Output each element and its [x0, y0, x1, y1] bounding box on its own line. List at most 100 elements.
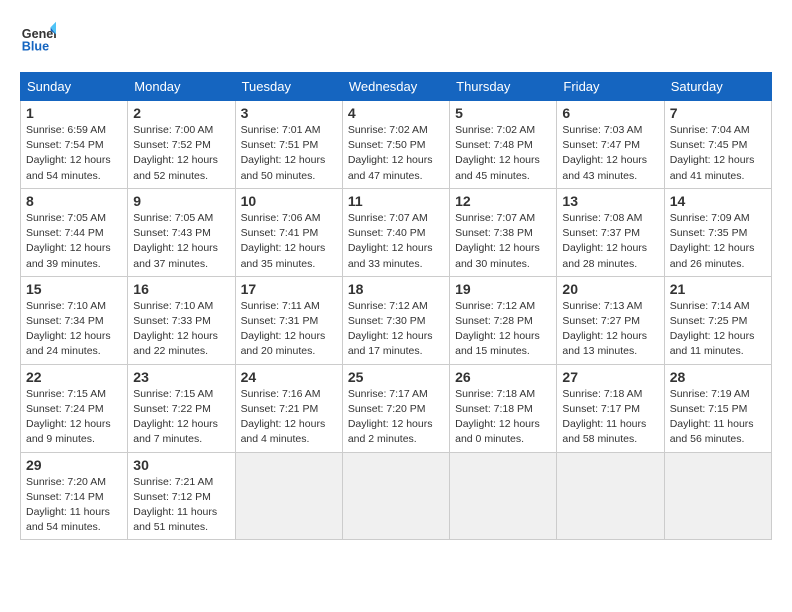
calendar-cell: 27 Sunrise: 7:18 AM Sunset: 7:17 PM Dayl… — [557, 364, 664, 452]
calendar-cell — [557, 452, 664, 540]
day-info: Sunrise: 7:20 AM Sunset: 7:14 PM Dayligh… — [26, 475, 122, 536]
day-info: Sunrise: 7:05 AM Sunset: 7:44 PM Dayligh… — [26, 211, 122, 272]
day-info: Sunrise: 7:06 AM Sunset: 7:41 PM Dayligh… — [241, 211, 337, 272]
calendar-cell — [235, 452, 342, 540]
day-info: Sunrise: 7:16 AM Sunset: 7:21 PM Dayligh… — [241, 387, 337, 448]
calendar-cell: 19 Sunrise: 7:12 AM Sunset: 7:28 PM Dayl… — [450, 276, 557, 364]
day-number: 23 — [133, 369, 229, 385]
calendar-week-row: 8 Sunrise: 7:05 AM Sunset: 7:44 PM Dayli… — [21, 188, 772, 276]
day-info: Sunrise: 7:10 AM Sunset: 7:34 PM Dayligh… — [26, 299, 122, 360]
col-sunday: Sunday — [21, 73, 128, 101]
day-number: 28 — [670, 369, 766, 385]
day-number: 2 — [133, 105, 229, 121]
day-number: 16 — [133, 281, 229, 297]
col-friday: Friday — [557, 73, 664, 101]
day-info: Sunrise: 7:15 AM Sunset: 7:24 PM Dayligh… — [26, 387, 122, 448]
calendar-cell: 28 Sunrise: 7:19 AM Sunset: 7:15 PM Dayl… — [664, 364, 771, 452]
day-info: Sunrise: 7:00 AM Sunset: 7:52 PM Dayligh… — [133, 123, 229, 184]
calendar-cell: 7 Sunrise: 7:04 AM Sunset: 7:45 PM Dayli… — [664, 101, 771, 189]
calendar-cell: 4 Sunrise: 7:02 AM Sunset: 7:50 PM Dayli… — [342, 101, 449, 189]
day-number: 29 — [26, 457, 122, 473]
day-number: 20 — [562, 281, 658, 297]
day-number: 26 — [455, 369, 551, 385]
logo-icon: General Blue — [20, 20, 56, 56]
calendar-cell: 3 Sunrise: 7:01 AM Sunset: 7:51 PM Dayli… — [235, 101, 342, 189]
day-info: Sunrise: 6:59 AM Sunset: 7:54 PM Dayligh… — [26, 123, 122, 184]
calendar-cell: 29 Sunrise: 7:20 AM Sunset: 7:14 PM Dayl… — [21, 452, 128, 540]
calendar-cell: 17 Sunrise: 7:11 AM Sunset: 7:31 PM Dayl… — [235, 276, 342, 364]
day-info: Sunrise: 7:13 AM Sunset: 7:27 PM Dayligh… — [562, 299, 658, 360]
calendar-week-row: 15 Sunrise: 7:10 AM Sunset: 7:34 PM Dayl… — [21, 276, 772, 364]
calendar-cell: 15 Sunrise: 7:10 AM Sunset: 7:34 PM Dayl… — [21, 276, 128, 364]
col-monday: Monday — [128, 73, 235, 101]
svg-text:Blue: Blue — [22, 40, 49, 54]
day-info: Sunrise: 7:11 AM Sunset: 7:31 PM Dayligh… — [241, 299, 337, 360]
calendar-cell — [450, 452, 557, 540]
day-info: Sunrise: 7:01 AM Sunset: 7:51 PM Dayligh… — [241, 123, 337, 184]
day-number: 21 — [670, 281, 766, 297]
calendar-table: Sunday Monday Tuesday Wednesday Thursday… — [20, 72, 772, 540]
page-header: General Blue — [20, 20, 772, 56]
calendar-cell: 6 Sunrise: 7:03 AM Sunset: 7:47 PM Dayli… — [557, 101, 664, 189]
calendar-cell: 25 Sunrise: 7:17 AM Sunset: 7:20 PM Dayl… — [342, 364, 449, 452]
calendar-cell: 5 Sunrise: 7:02 AM Sunset: 7:48 PM Dayli… — [450, 101, 557, 189]
calendar-cell: 21 Sunrise: 7:14 AM Sunset: 7:25 PM Dayl… — [664, 276, 771, 364]
day-info: Sunrise: 7:12 AM Sunset: 7:30 PM Dayligh… — [348, 299, 444, 360]
day-info: Sunrise: 7:03 AM Sunset: 7:47 PM Dayligh… — [562, 123, 658, 184]
day-number: 9 — [133, 193, 229, 209]
calendar-week-row: 22 Sunrise: 7:15 AM Sunset: 7:24 PM Dayl… — [21, 364, 772, 452]
day-number: 8 — [26, 193, 122, 209]
day-number: 30 — [133, 457, 229, 473]
day-info: Sunrise: 7:19 AM Sunset: 7:15 PM Dayligh… — [670, 387, 766, 448]
day-number: 19 — [455, 281, 551, 297]
calendar-cell: 22 Sunrise: 7:15 AM Sunset: 7:24 PM Dayl… — [21, 364, 128, 452]
calendar-cell — [342, 452, 449, 540]
calendar-cell: 18 Sunrise: 7:12 AM Sunset: 7:30 PM Dayl… — [342, 276, 449, 364]
calendar-cell: 26 Sunrise: 7:18 AM Sunset: 7:18 PM Dayl… — [450, 364, 557, 452]
day-number: 7 — [670, 105, 766, 121]
day-number: 14 — [670, 193, 766, 209]
calendar-cell: 23 Sunrise: 7:15 AM Sunset: 7:22 PM Dayl… — [128, 364, 235, 452]
logo: General Blue — [20, 20, 62, 56]
day-number: 17 — [241, 281, 337, 297]
day-number: 15 — [26, 281, 122, 297]
day-number: 24 — [241, 369, 337, 385]
calendar-cell: 13 Sunrise: 7:08 AM Sunset: 7:37 PM Dayl… — [557, 188, 664, 276]
day-number: 6 — [562, 105, 658, 121]
calendar-cell: 12 Sunrise: 7:07 AM Sunset: 7:38 PM Dayl… — [450, 188, 557, 276]
calendar-cell: 1 Sunrise: 6:59 AM Sunset: 7:54 PM Dayli… — [21, 101, 128, 189]
calendar-body: 1 Sunrise: 6:59 AM Sunset: 7:54 PM Dayli… — [21, 101, 772, 540]
day-info: Sunrise: 7:15 AM Sunset: 7:22 PM Dayligh… — [133, 387, 229, 448]
col-tuesday: Tuesday — [235, 73, 342, 101]
calendar-cell — [664, 452, 771, 540]
col-saturday: Saturday — [664, 73, 771, 101]
calendar-cell: 11 Sunrise: 7:07 AM Sunset: 7:40 PM Dayl… — [342, 188, 449, 276]
calendar-cell: 9 Sunrise: 7:05 AM Sunset: 7:43 PM Dayli… — [128, 188, 235, 276]
day-info: Sunrise: 7:21 AM Sunset: 7:12 PM Dayligh… — [133, 475, 229, 536]
day-info: Sunrise: 7:09 AM Sunset: 7:35 PM Dayligh… — [670, 211, 766, 272]
calendar-cell: 24 Sunrise: 7:16 AM Sunset: 7:21 PM Dayl… — [235, 364, 342, 452]
col-thursday: Thursday — [450, 73, 557, 101]
day-number: 27 — [562, 369, 658, 385]
day-info: Sunrise: 7:07 AM Sunset: 7:38 PM Dayligh… — [455, 211, 551, 272]
day-info: Sunrise: 7:02 AM Sunset: 7:48 PM Dayligh… — [455, 123, 551, 184]
day-number: 4 — [348, 105, 444, 121]
day-number: 18 — [348, 281, 444, 297]
day-info: Sunrise: 7:04 AM Sunset: 7:45 PM Dayligh… — [670, 123, 766, 184]
day-info: Sunrise: 7:02 AM Sunset: 7:50 PM Dayligh… — [348, 123, 444, 184]
day-number: 11 — [348, 193, 444, 209]
calendar-cell: 16 Sunrise: 7:10 AM Sunset: 7:33 PM Dayl… — [128, 276, 235, 364]
day-number: 25 — [348, 369, 444, 385]
day-number: 13 — [562, 193, 658, 209]
calendar-cell: 30 Sunrise: 7:21 AM Sunset: 7:12 PM Dayl… — [128, 452, 235, 540]
day-number: 5 — [455, 105, 551, 121]
day-number: 3 — [241, 105, 337, 121]
day-info: Sunrise: 7:14 AM Sunset: 7:25 PM Dayligh… — [670, 299, 766, 360]
calendar-cell: 20 Sunrise: 7:13 AM Sunset: 7:27 PM Dayl… — [557, 276, 664, 364]
day-info: Sunrise: 7:18 AM Sunset: 7:17 PM Dayligh… — [562, 387, 658, 448]
day-info: Sunrise: 7:07 AM Sunset: 7:40 PM Dayligh… — [348, 211, 444, 272]
calendar-cell: 14 Sunrise: 7:09 AM Sunset: 7:35 PM Dayl… — [664, 188, 771, 276]
calendar-cell: 8 Sunrise: 7:05 AM Sunset: 7:44 PM Dayli… — [21, 188, 128, 276]
calendar-week-row: 1 Sunrise: 6:59 AM Sunset: 7:54 PM Dayli… — [21, 101, 772, 189]
day-info: Sunrise: 7:05 AM Sunset: 7:43 PM Dayligh… — [133, 211, 229, 272]
